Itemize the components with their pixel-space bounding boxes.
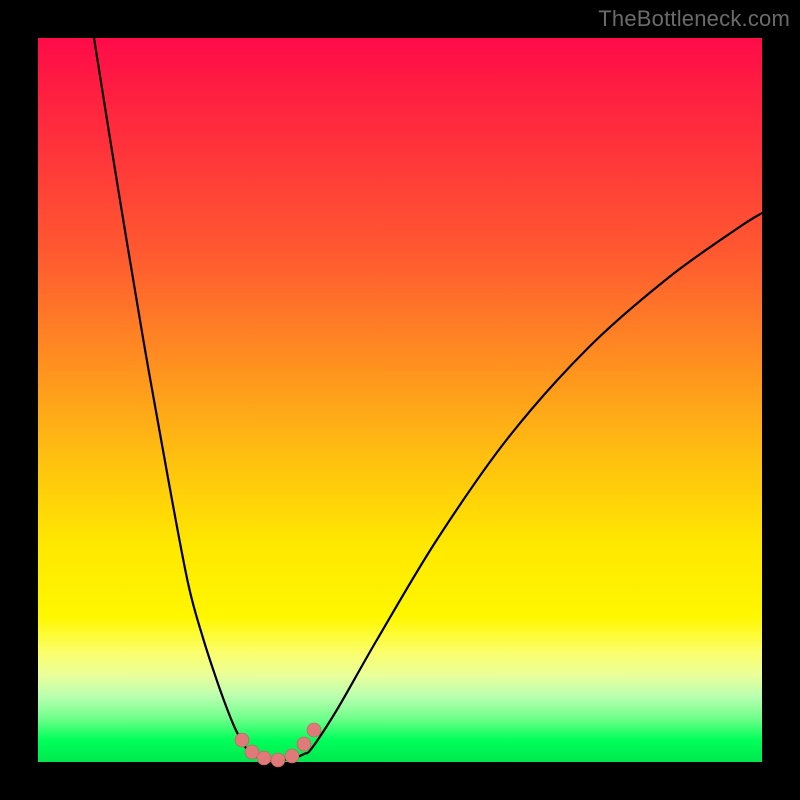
watermark-text: TheBottleneck.com <box>598 6 790 32</box>
trough-dot <box>297 737 311 751</box>
curve-svg <box>38 38 762 762</box>
trough-dot <box>257 751 271 765</box>
bottleneck-curve <box>94 38 762 760</box>
outer-frame: TheBottleneck.com <box>0 0 800 800</box>
trough-dot-group <box>235 723 321 767</box>
trough-dot <box>271 753 285 767</box>
plot-area <box>38 38 762 762</box>
trough-dot <box>285 749 299 763</box>
trough-dot <box>235 733 249 747</box>
trough-dot <box>307 723 321 737</box>
